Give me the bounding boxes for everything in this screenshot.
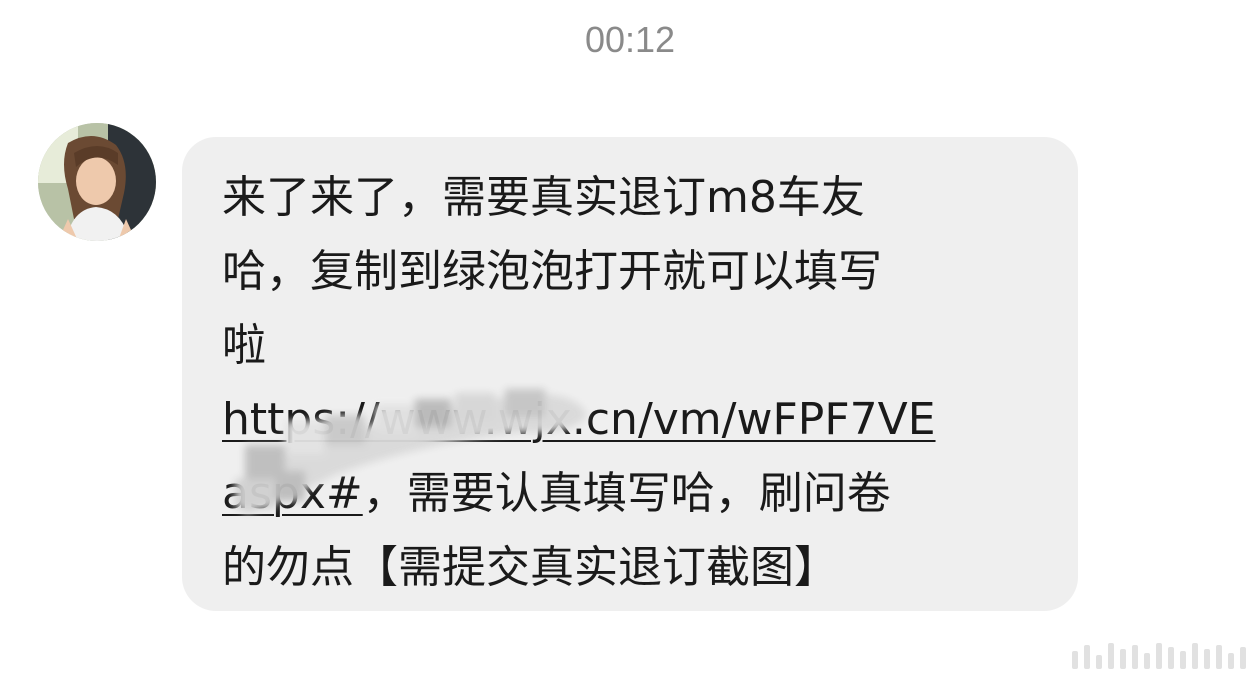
message-timestamp: 00:12 xyxy=(584,19,676,60)
message-text-fragment: ，需要认真填写哈，刷问卷 xyxy=(362,468,891,519)
avatar-photo-icon xyxy=(38,123,156,241)
survey-link[interactable]: https://www.wjx.cn/vm/wFPF7VE xyxy=(222,394,936,445)
sender-avatar[interactable] xyxy=(38,123,156,241)
message-line: aspx#，需要认真填写哈，刷问卷 xyxy=(222,457,1002,531)
watermark xyxy=(1072,641,1246,669)
survey-link-continued[interactable]: aspx# xyxy=(222,468,363,519)
message-line: 来了来了，需要真实退订m8车友 xyxy=(222,172,865,223)
message-line: 啦 xyxy=(222,320,266,371)
message-line: 的勿点【需提交真实退订截图】 xyxy=(222,542,838,593)
message-line: 哈，复制到绿泡泡打开就可以填写 xyxy=(222,246,882,297)
message-link-line: https://www.wjx.cn/vm/wFPF7VE xyxy=(222,383,1002,457)
message-text: 来了来了，需要真实退订m8车友 哈，复制到绿泡泡打开就可以填写 啦 https:… xyxy=(222,161,1002,605)
message-bubble[interactable]: 来了来了，需要真实退订m8车友 哈，复制到绿泡泡打开就可以填写 啦 https:… xyxy=(182,137,1078,611)
